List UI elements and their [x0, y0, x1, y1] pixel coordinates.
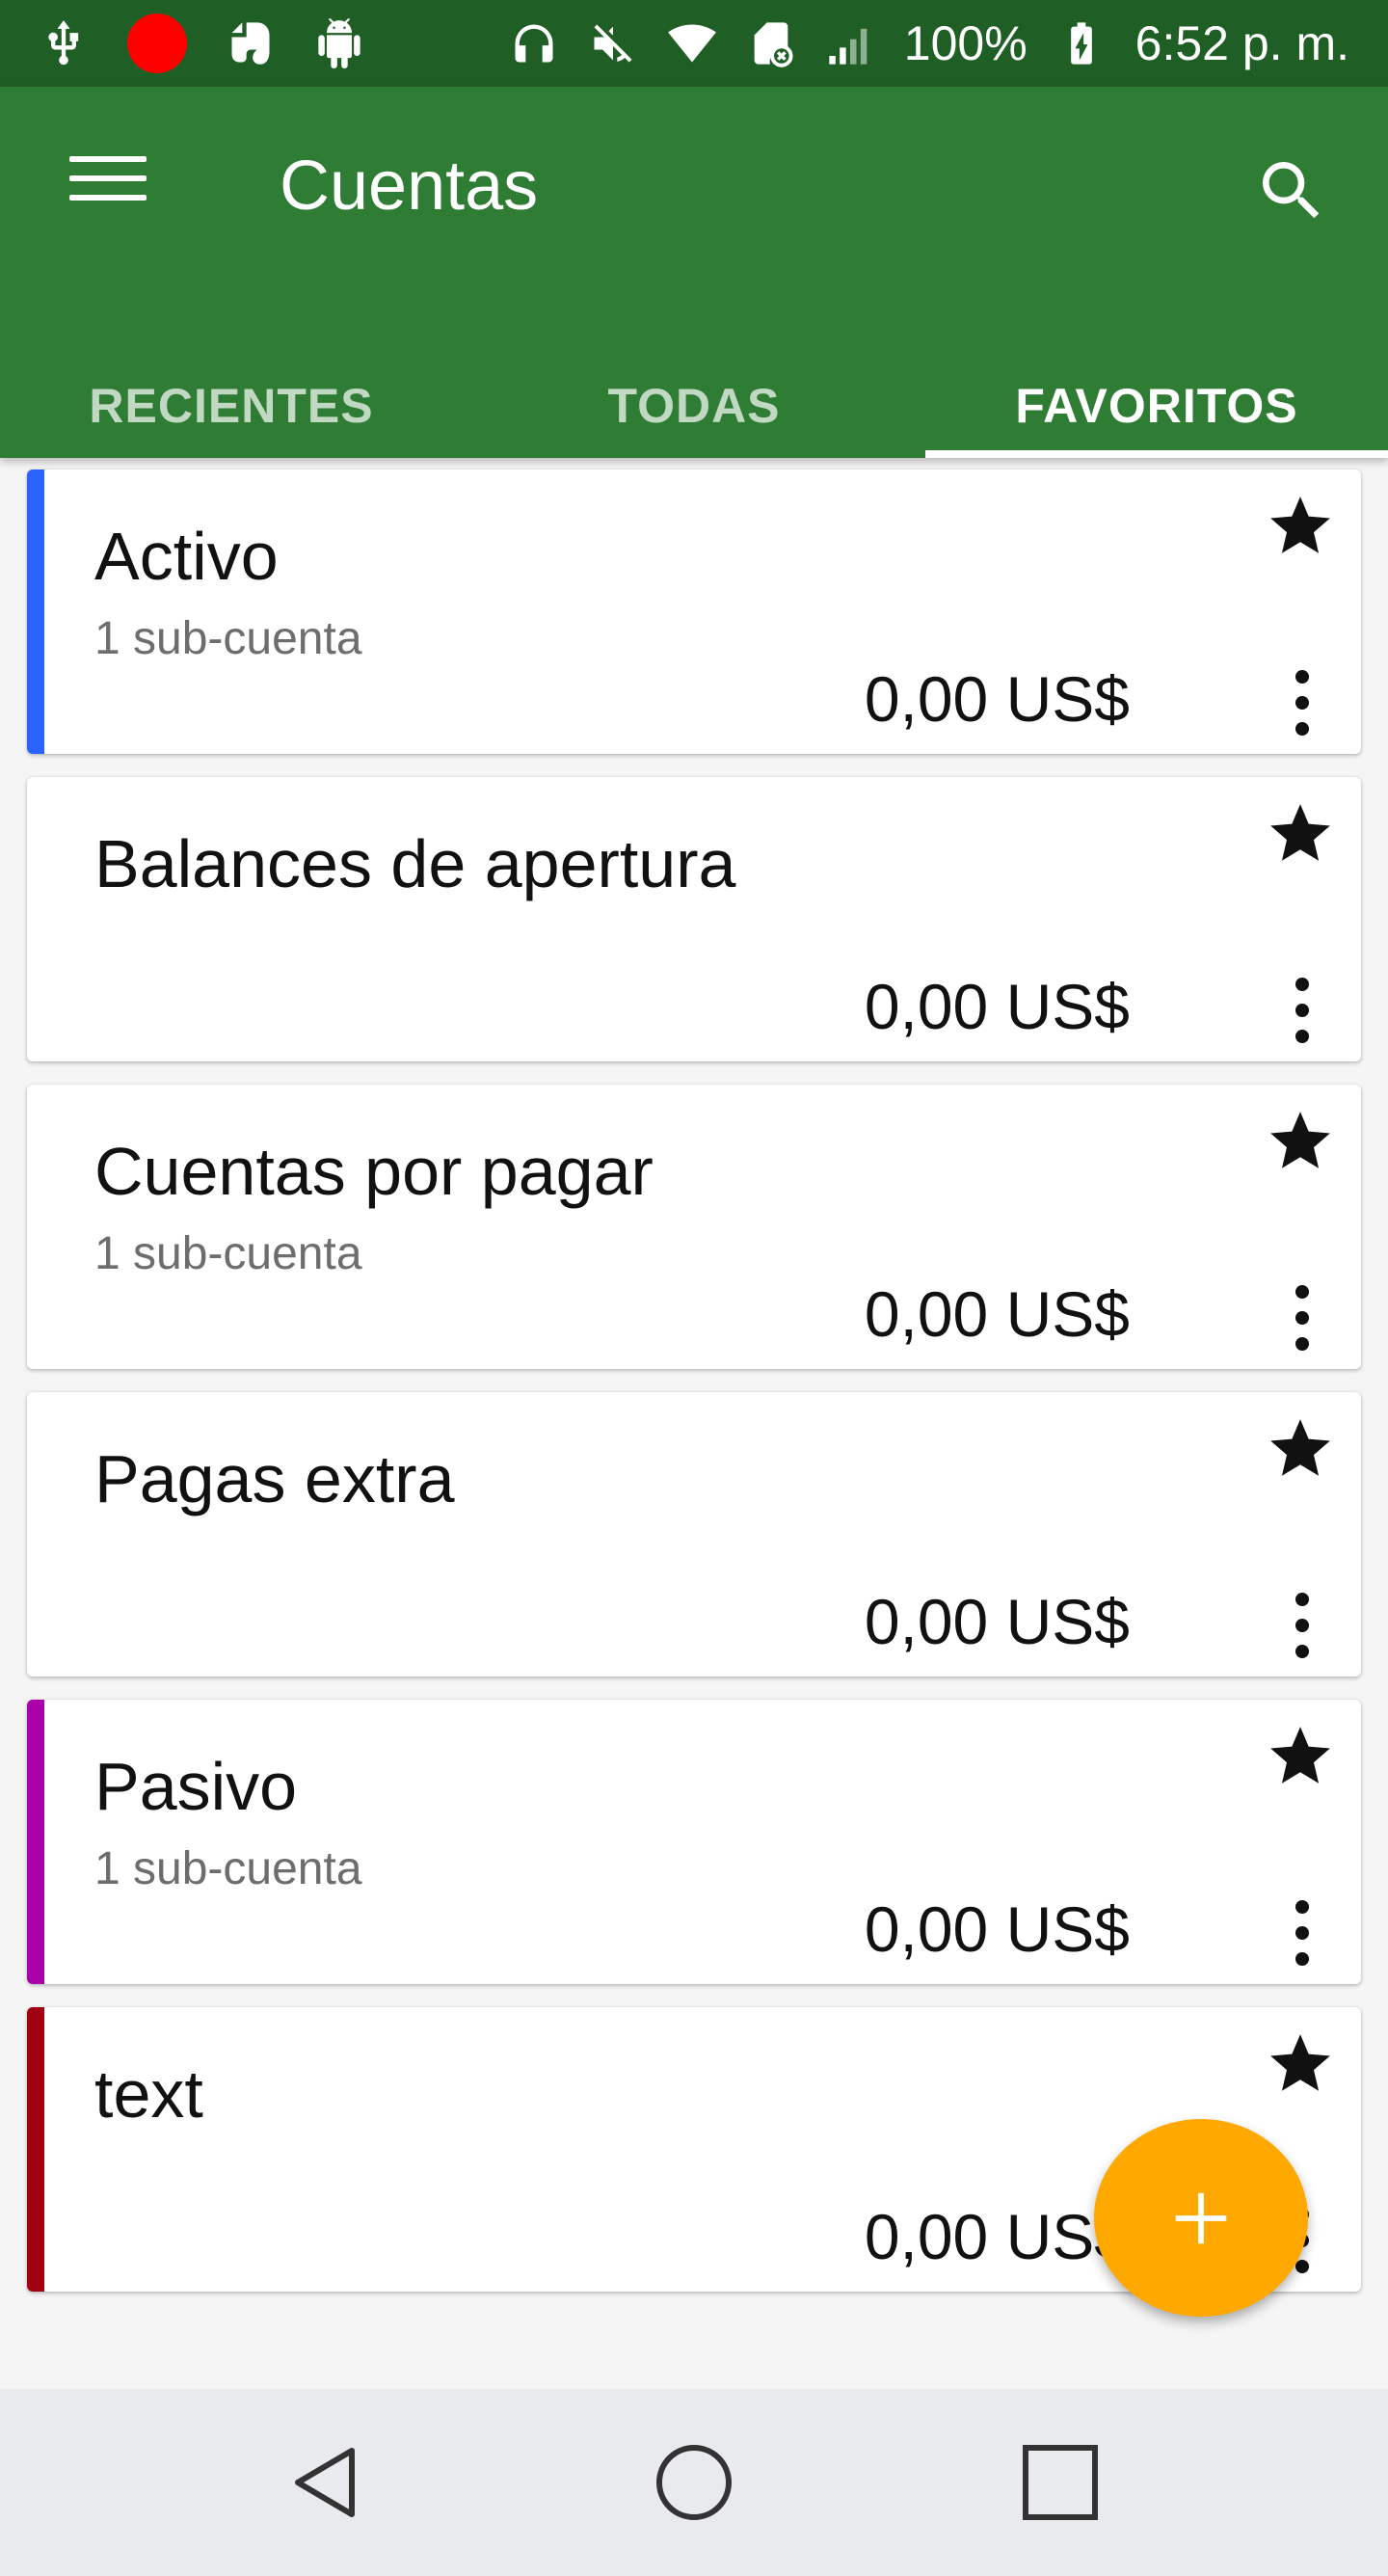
- battery-level: 100%: [903, 16, 1028, 70]
- evernote-icon: [226, 18, 276, 68]
- account-card[interactable]: Balances de apertura 0,00 US$: [27, 777, 1361, 1061]
- more-options-icon[interactable]: [1278, 1277, 1326, 1358]
- star-icon[interactable]: [1265, 1106, 1336, 1177]
- star-icon[interactable]: [1265, 2028, 1336, 2100]
- no-sim-icon: [746, 18, 796, 68]
- more-options-icon[interactable]: [1278, 662, 1326, 743]
- tab-bar: RECIENTES TODAS FAVORITOS: [0, 357, 1388, 458]
- recents-icon[interactable]: [1007, 2429, 1113, 2536]
- tab-recientes[interactable]: RECIENTES: [0, 357, 463, 458]
- account-name: Pagas extra: [94, 1441, 455, 1516]
- account-subaccount-count: 1 sub-cuenta: [94, 1228, 362, 1279]
- tab-todas[interactable]: TODAS: [463, 357, 925, 458]
- star-icon[interactable]: [1265, 491, 1336, 562]
- account-subaccount-count: 1 sub-cuenta: [94, 1843, 362, 1894]
- account-name: Cuentas por pagar: [94, 1134, 654, 1209]
- account-card[interactable]: Cuentas por pagar 1 sub-cuenta 0,00 US$: [27, 1085, 1361, 1369]
- battery-charging-icon: [1056, 18, 1107, 68]
- account-card[interactable]: Pagas extra 0,00 US$: [27, 1392, 1361, 1677]
- clock: 6:52 p. m.: [1134, 16, 1349, 70]
- signal-icon: [825, 18, 875, 68]
- tab-favoritos[interactable]: FAVORITOS: [925, 357, 1388, 458]
- menu-icon[interactable]: [69, 156, 147, 214]
- account-balance: 0,00 US$: [864, 2201, 1130, 2272]
- more-options-icon[interactable]: [1278, 970, 1326, 1051]
- back-icon[interactable]: [275, 2429, 381, 2536]
- usb-icon: [39, 18, 89, 68]
- account-balance: 0,00 US$: [864, 1893, 1130, 1965]
- star-icon[interactable]: [1265, 1413, 1336, 1485]
- account-card[interactable]: Activo 1 sub-cuenta 0,00 US$: [27, 470, 1361, 754]
- page-title: Cuentas: [280, 148, 539, 225]
- app-bar: Cuentas RECIENTES TODAS FAVORITOS: [0, 87, 1388, 458]
- system-nav-bar: [0, 2389, 1388, 2576]
- add-icon: [1175, 2192, 1227, 2243]
- account-color-stripe: [27, 2007, 44, 2292]
- status-bar: 100% 6:52 p. m.: [0, 0, 1388, 87]
- search-icon[interactable]: [1253, 152, 1330, 229]
- more-options-icon[interactable]: [1278, 1892, 1326, 1973]
- headphones-icon: [509, 18, 559, 68]
- account-color-stripe: [27, 470, 44, 754]
- account-card[interactable]: Pasivo 1 sub-cuenta 0,00 US$: [27, 1700, 1361, 1984]
- mute-icon: [588, 18, 638, 68]
- account-balance: 0,00 US$: [864, 663, 1130, 735]
- android-debug-icon: [314, 18, 364, 68]
- account-color-stripe: [27, 1700, 44, 1984]
- wifi-icon: [667, 18, 717, 68]
- star-icon[interactable]: [1265, 798, 1336, 870]
- account-name: Pasivo: [94, 1749, 298, 1824]
- home-icon[interactable]: [641, 2429, 747, 2536]
- account-balance: 0,00 US$: [864, 971, 1130, 1042]
- account-name: Balances de apertura: [94, 826, 736, 901]
- star-icon[interactable]: [1265, 1721, 1336, 1792]
- account-name: Activo: [94, 519, 279, 594]
- account-subaccount-count: 1 sub-cuenta: [94, 613, 362, 664]
- account-balance: 0,00 US$: [864, 1278, 1130, 1350]
- account-name: text: [94, 2056, 203, 2132]
- more-options-icon[interactable]: [1278, 1585, 1326, 1666]
- record-icon: [127, 13, 187, 73]
- add-account-button[interactable]: [1094, 2119, 1308, 2317]
- account-balance: 0,00 US$: [864, 1586, 1130, 1657]
